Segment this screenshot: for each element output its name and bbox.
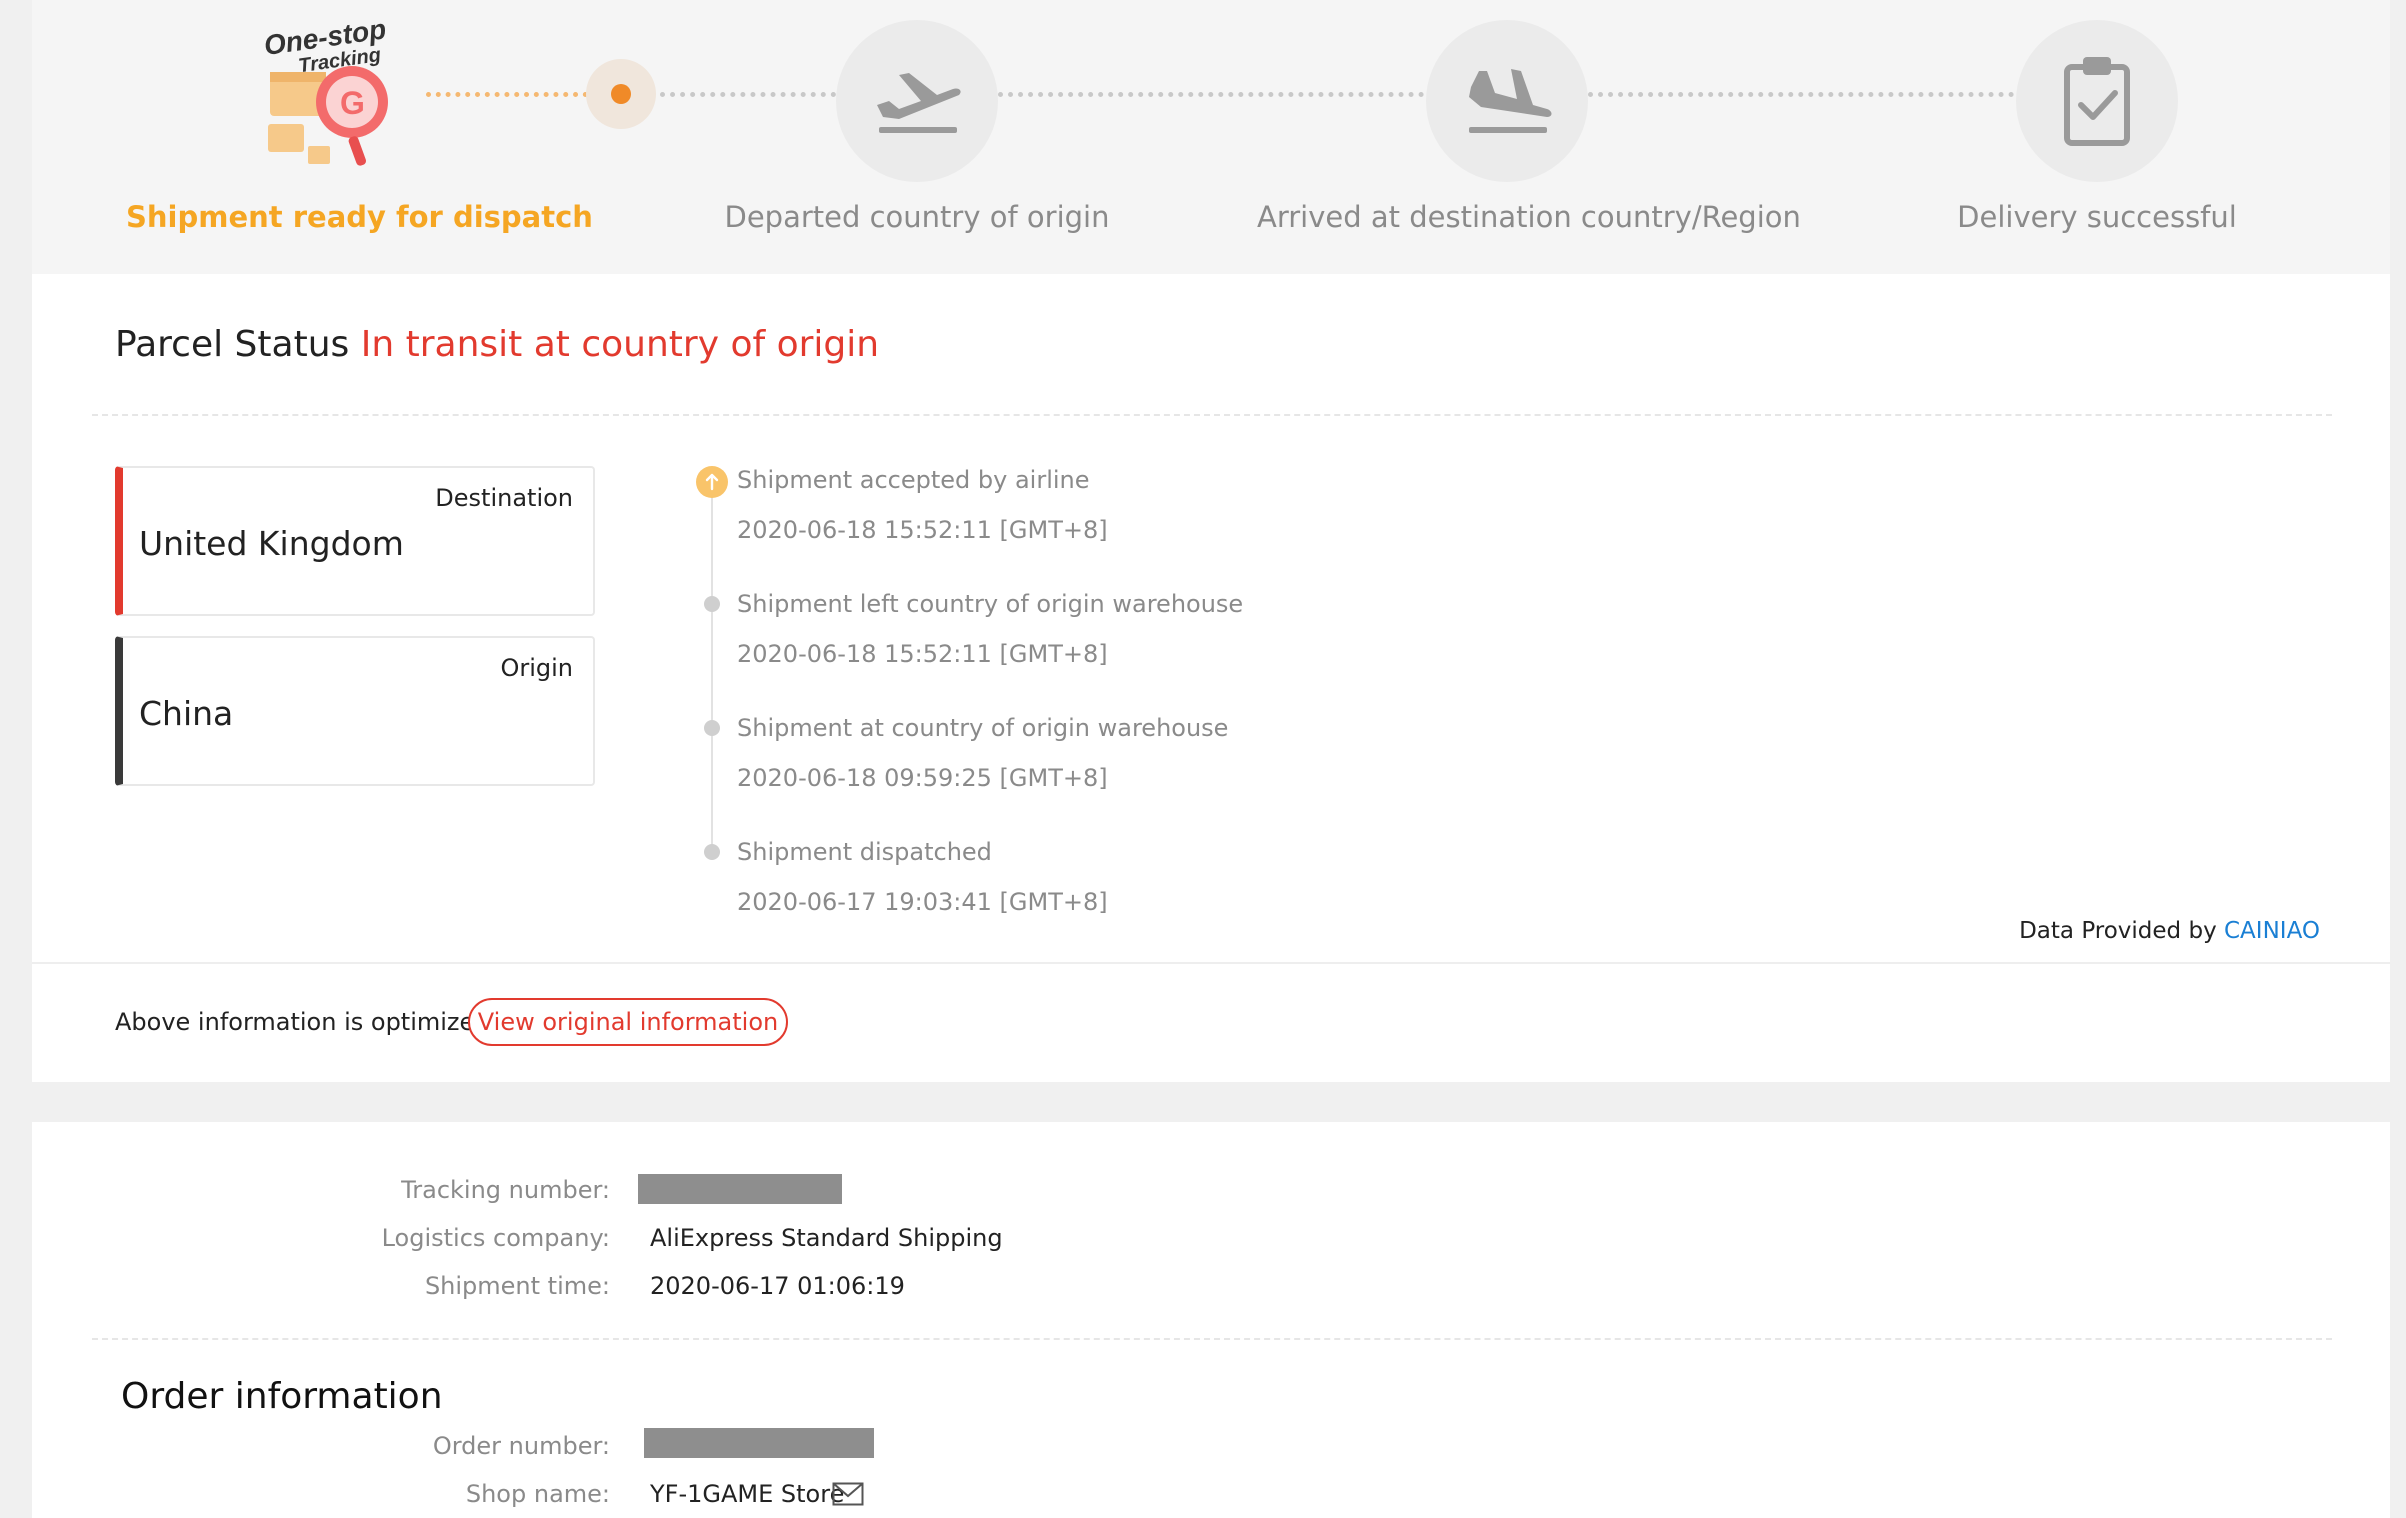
tracking-number-redacted (638, 1174, 842, 1204)
logistics-company-label: Logistics company: (381, 1224, 610, 1252)
destination-box: Destination United Kingdom (115, 466, 595, 616)
envelope-icon[interactable] (832, 1482, 864, 1510)
progress-connector-2 (998, 92, 1424, 97)
current-position-marker (586, 59, 656, 129)
step-label-departed: Departed country of origin (724, 200, 1110, 234)
progress-connector-1b (660, 92, 836, 97)
timeline-event-time: 2020-06-18 15:52:11 [GMT+8] (737, 516, 1108, 544)
timeline-event-title: Shipment dispatched (737, 838, 992, 866)
parcel-status-prefix: Parcel Status (115, 324, 350, 365)
tracking-number-label: Tracking number: (401, 1176, 610, 1204)
timeline-dot (704, 596, 720, 612)
timeline-line (711, 496, 713, 852)
data-provider-prefix: Data Provided by (2019, 918, 2217, 944)
clipboard-check-icon (2064, 57, 2130, 146)
order-number-label: Order number: (432, 1432, 610, 1460)
logistics-company-value: AliExpress Standard Shipping (650, 1224, 1003, 1252)
timeline-current-icon (696, 466, 728, 498)
plane-landing-icon (1469, 69, 1552, 133)
timeline-event-title: Shipment accepted by airline (737, 466, 1090, 494)
timeline-event-title: Shipment at country of origin warehouse (737, 714, 1229, 742)
timeline-event-title: Shipment left country of origin warehous… (737, 590, 1244, 618)
shop-name-value[interactable]: YF-1GAME Store (650, 1480, 844, 1508)
timeline-event-time: 2020-06-18 09:59:25 [GMT+8] (737, 764, 1108, 792)
step-label-delivered: Delivery successful (1957, 200, 2237, 234)
step-label-arrived: Arrived at destination country/Region (1257, 200, 1801, 234)
shop-name-label: Shop name: (465, 1480, 610, 1508)
data-provider: Data Provided by CAINIAO (2019, 918, 2320, 944)
order-number-redacted (644, 1428, 874, 1458)
progress-connector-3 (1588, 92, 2014, 97)
origin-box: Origin China (115, 636, 595, 786)
step-departed-circle (836, 20, 998, 182)
timeline-event-time: 2020-06-17 19:03:41 [GMT+8] (737, 888, 1108, 916)
details-divider (92, 1338, 2332, 1340)
one-stop-tracking-logo: One-stop Tracking G (240, 0, 420, 180)
plane-takeoff-icon (877, 73, 961, 133)
timeline-dot (704, 720, 720, 736)
shipment-time-value: 2020-06-17 01:06:19 (650, 1272, 905, 1300)
svg-text:G: G (340, 85, 365, 121)
optimized-note: Above information is optimized (115, 1008, 490, 1036)
parcel-status-heading: Parcel Status In transit at country of o… (115, 324, 879, 365)
order-info-heading: Order information (121, 1376, 443, 1417)
shipment-time-label: Shipment time: (424, 1272, 610, 1300)
timeline-dot (704, 844, 720, 860)
optimized-divider (32, 962, 2390, 964)
origin-tag: Origin (500, 654, 573, 682)
step-arrived-circle (1426, 20, 1588, 182)
destination-country: United Kingdom (139, 524, 404, 563)
parcel-status-value: In transit at country of origin (360, 324, 880, 365)
timeline-event-time: 2020-06-18 15:52:11 [GMT+8] (737, 640, 1108, 668)
step-delivered-circle (2016, 20, 2178, 182)
step-label-ready: Shipment ready for dispatch (126, 200, 593, 234)
view-original-info-button[interactable]: View original information (468, 998, 788, 1046)
progress-connector-1a (426, 92, 588, 97)
origin-country: China (139, 694, 234, 733)
destination-tag: Destination (435, 484, 573, 512)
data-provider-link[interactable]: CAINIAO (2224, 918, 2320, 944)
status-divider (92, 414, 2332, 416)
arrow-up-icon (705, 473, 719, 491)
